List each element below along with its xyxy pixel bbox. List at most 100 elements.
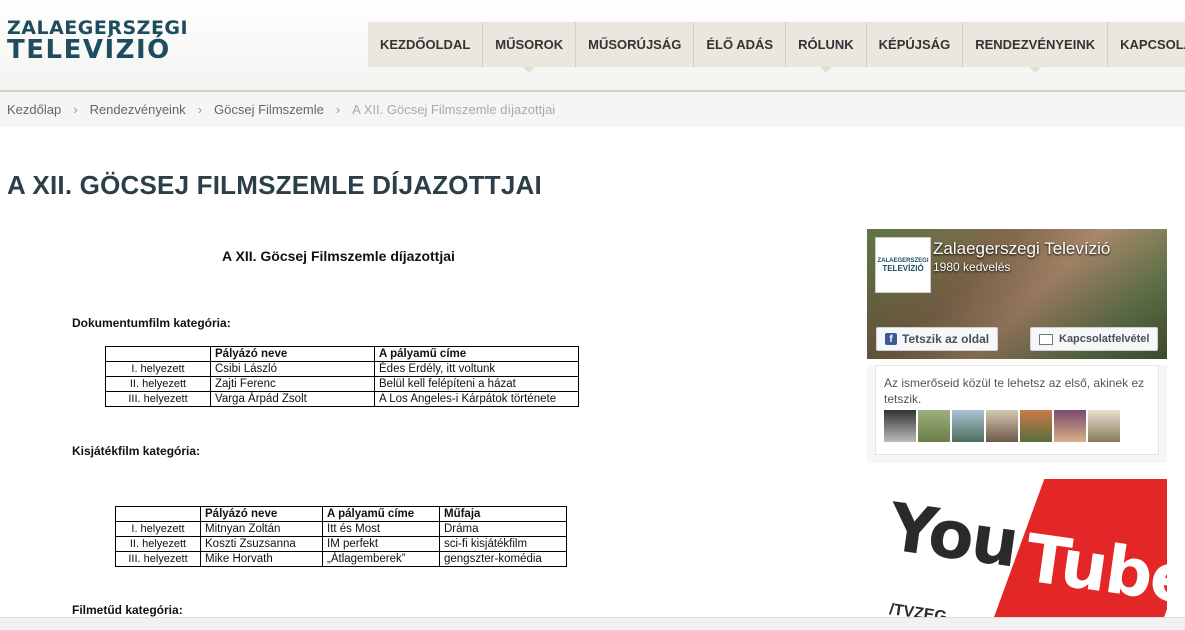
facebook-icon: f: [885, 333, 897, 345]
breadcrumb-filmszemle[interactable]: Göcsej Filmszemle: [214, 102, 324, 117]
friends-panel: Az ismerőseid közül te lehetsz az első, …: [875, 365, 1159, 455]
nav-kezdooldal[interactable]: KEZDŐOLDAL: [368, 22, 484, 67]
table-cell: A Los Angeles-i Kárpátok története: [374, 391, 579, 407]
nav-label: MŰSOROK: [495, 37, 564, 52]
table-cell: IM perfekt: [322, 536, 440, 552]
friend-avatar[interactable]: [952, 410, 984, 442]
dropdown-arrow-icon: [1029, 67, 1042, 73]
table-row: I. helyezett Csibi László Édes Erdély, i…: [105, 361, 579, 377]
dropdown-arrow-icon: [523, 67, 536, 73]
nav-kapcsolat[interactable]: KAPCSOLAT: [1108, 22, 1185, 67]
table-row: II. helyezett Zajti Ferenc Belül kell fe…: [105, 376, 579, 392]
table-cell: III. helyezett: [115, 551, 201, 567]
category-etude-label: Filmetűd kategória:: [72, 603, 183, 617]
breadcrumb-separator: ›: [73, 102, 78, 117]
table-header: [105, 346, 211, 362]
table-header: Pályázó neve: [210, 346, 375, 362]
nav-rendezvenyeink[interactable]: RENDEZVÉNYEINK: [963, 22, 1109, 73]
dropdown-arrow-icon: [819, 67, 832, 73]
friend-avatar[interactable]: [986, 410, 1018, 442]
table-cell: Csibi László: [210, 361, 375, 377]
table-header: A pályamű címe: [374, 346, 579, 362]
friends-text: Az ismerőseid közül te lehetsz az első, …: [884, 376, 1145, 406]
site-logo[interactable]: ZALAEGERSZEGI TELEVÍZIÓ: [7, 18, 188, 65]
short-fiction-results-table: Pályázó neve A pályamű címe Műfaja I. he…: [115, 506, 567, 567]
youtube-logo-you: You: [884, 488, 1022, 583]
table-header: A pályamű címe: [322, 506, 440, 522]
table-cell: Varga Árpád Zsolt: [210, 391, 375, 407]
nav-label: KEZDŐOLDAL: [380, 37, 471, 52]
facebook-page-avatar[interactable]: ZALAEGERSZEGI TELEVÍZIÓ: [875, 237, 931, 293]
table-cell: I. helyezett: [105, 361, 211, 377]
friend-avatars: [884, 410, 1122, 442]
table-cell: gengszter-komédia: [439, 551, 567, 567]
table-cell: Koszti Zsuzsanna: [200, 536, 323, 552]
documentary-results-table: Pályázó neve A pályamű címe I. helyezett…: [105, 346, 579, 407]
table-row: III. helyezett Mike Horvath „Átlagembere…: [115, 551, 567, 567]
table-header-row: Pályázó neve A pályamű címe Műfaja: [115, 506, 567, 522]
table-header-row: Pályázó neve A pályamű címe: [105, 346, 579, 362]
page-title: A XII. GÖCSEJ FILMSZEMLE DÍJAZOTTJAI: [7, 170, 542, 200]
table-cell: Mike Horvath: [200, 551, 323, 567]
nav-rolunk[interactable]: RÓLUNK: [786, 22, 867, 73]
avatar-text-2: TELEVÍZIÓ: [882, 263, 924, 273]
nav-label: ÉLŐ ADÁS: [706, 37, 774, 52]
facebook-friends-box: Az ismerőseid közül te lehetsz az első, …: [867, 365, 1167, 463]
friend-avatar[interactable]: [1020, 410, 1052, 442]
facebook-contact-button[interactable]: Kapcsolatfelvétel: [1030, 327, 1159, 351]
table-row: III. helyezett Varga Árpád Zsolt A Los A…: [105, 391, 579, 407]
nav-elo-adas[interactable]: ÉLŐ ADÁS: [694, 22, 787, 67]
table-cell: II. helyezett: [115, 536, 201, 552]
nav-musorujsag[interactable]: MŰSORÚJSÁG: [576, 22, 695, 67]
table-cell: Itt és Most: [322, 521, 440, 537]
breadcrumb-home[interactable]: Kezdőlap: [7, 102, 61, 117]
youtube-banner[interactable]: You Tube /TVZEG: [867, 479, 1167, 629]
document-title: A XII. Göcsej Filmszemle díjazottjai: [222, 248, 455, 264]
table-cell: I. helyezett: [115, 521, 201, 537]
category-short-fiction-label: Kisjátékfilm kategória:: [72, 444, 201, 458]
table-cell: sci-fi kisjátékfilm: [439, 536, 567, 552]
like-button-label: Tetszik az oldal: [902, 332, 990, 346]
table-row: I. helyezett Mitnyan Zoltán Itt és Most …: [115, 521, 567, 537]
facebook-like-count: 1980 kedvelés: [933, 260, 1011, 274]
friend-avatar[interactable]: [884, 410, 916, 442]
table-cell: II. helyezett: [105, 376, 211, 392]
friend-avatar[interactable]: [1088, 410, 1120, 442]
table-cell: „Átlagemberek”: [322, 551, 440, 567]
table-header: Műfaja: [439, 506, 567, 522]
table-header: [115, 506, 201, 522]
sidebar: ZALAEGERSZEGI TELEVÍZIÓ Zalaegerszegi Te…: [867, 229, 1167, 463]
nav-label: KAPCSOLAT: [1120, 37, 1185, 52]
nav-kepujsag[interactable]: KÉPÚJSÁG: [866, 22, 964, 67]
table-cell: Mitnyan Zoltán: [200, 521, 323, 537]
envelope-icon: [1039, 333, 1053, 345]
nav-musorok[interactable]: MŰSOROK: [483, 22, 577, 73]
contact-button-label: Kapcsolatfelvétel: [1059, 333, 1150, 345]
breadcrumb-current: A XII. Göcsej Filmszemle díjazottjai: [352, 102, 556, 117]
breadcrumb-separator: ›: [197, 102, 203, 117]
nav-label: MŰSORÚJSÁG: [588, 37, 682, 52]
table-cell: Zajti Ferenc: [210, 376, 375, 392]
breadcrumb: Kezdőlap › Rendezvényeink › Göcsej Films…: [0, 92, 1185, 127]
facebook-page-widget[interactable]: ZALAEGERSZEGI TELEVÍZIÓ Zalaegerszegi Te…: [867, 229, 1167, 359]
main-nav: KEZDŐOLDAL MŰSOROK MŰSORÚJSÁG ÉLŐ ADÁS R…: [368, 22, 1185, 73]
facebook-page-name[interactable]: Zalaegerszegi Televízió: [933, 239, 1110, 259]
friend-avatar[interactable]: [918, 410, 950, 442]
breadcrumb-separator: ›: [335, 102, 341, 117]
bottom-bar: [0, 617, 1185, 630]
site-header: ZALAEGERSZEGI TELEVÍZIÓ KEZDŐOLDAL MŰSOR…: [0, 0, 1185, 92]
nav-label: KÉPÚJSÁG: [878, 37, 951, 52]
friend-avatar[interactable]: [1054, 410, 1086, 442]
table-cell: Édes Erdély, itt voltunk: [374, 361, 579, 377]
facebook-like-button[interactable]: f Tetszik az oldal: [876, 327, 999, 351]
table-row: II. helyezett Koszti Zsuzsanna IM perfek…: [115, 536, 567, 552]
nav-label: RÓLUNK: [798, 37, 854, 52]
nav-label: RENDEZVÉNYEINK: [975, 37, 1096, 52]
logo-line-2: TELEVÍZIÓ: [7, 35, 171, 65]
table-header: Pályázó neve: [200, 506, 323, 522]
table-cell: Belül kell felépíteni a házat: [374, 376, 579, 392]
breadcrumb-rendezvenyeink[interactable]: Rendezvényeink: [90, 102, 186, 117]
table-cell: Dráma: [439, 521, 567, 537]
category-documentary-label: Dokumentumfilm kategória:: [72, 316, 231, 330]
table-cell: III. helyezett: [105, 391, 211, 407]
